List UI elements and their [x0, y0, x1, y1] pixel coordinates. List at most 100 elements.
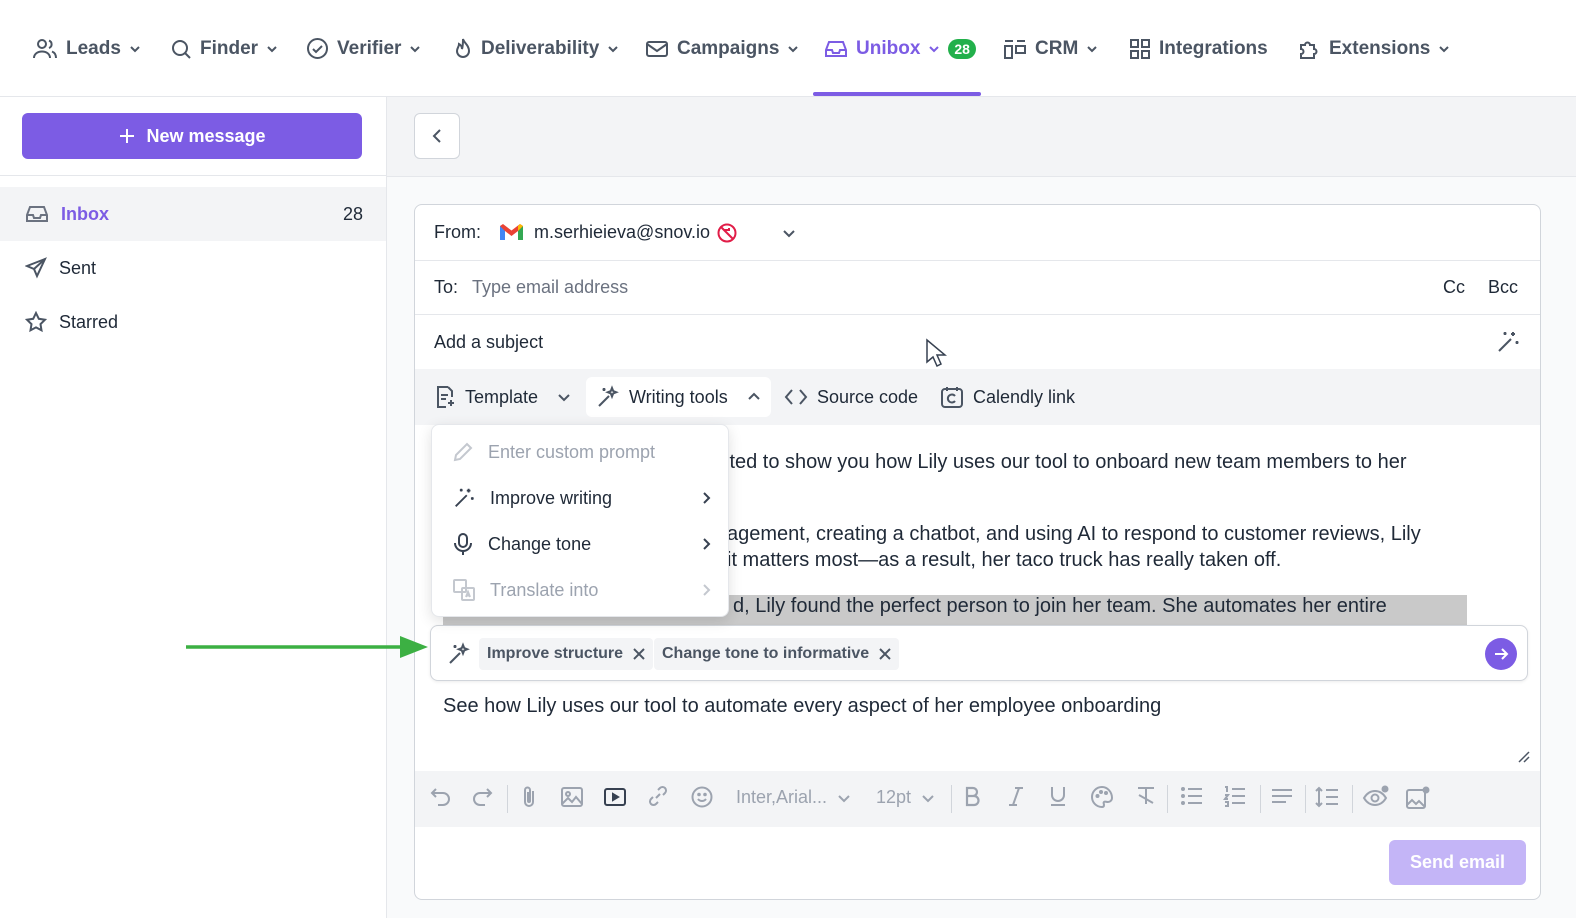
sidebar-item-inbox[interactable]: Inbox 28	[0, 187, 386, 241]
check-circle-icon	[307, 38, 328, 59]
flame-icon	[455, 38, 471, 58]
numbered-list-icon[interactable]	[1223, 785, 1247, 807]
link-icon[interactable]	[647, 785, 669, 807]
nav-extensions[interactable]: Extensions	[1297, 0, 1450, 97]
to-input[interactable]: Type email address	[472, 277, 628, 298]
menu-item-label: Enter custom prompt	[488, 441, 656, 462]
toolbar-divider	[1352, 785, 1353, 813]
from-dropdown-chevron-icon[interactable]	[782, 226, 796, 240]
chevron-right-icon	[703, 492, 711, 504]
active-tab-indicator	[813, 92, 981, 96]
font-family-select[interactable]: Inter,Arial...	[736, 787, 851, 808]
chevron-right-icon	[703, 538, 711, 550]
ai-chip: Improve structure	[479, 638, 654, 670]
image-icon[interactable]	[560, 785, 584, 809]
close-icon[interactable]	[633, 648, 645, 660]
from-row: From: m.serhieieva@snov.io	[415, 205, 1540, 261]
ai-chip-label: Improve structure	[487, 645, 624, 662]
sidebar-item-label: Inbox	[61, 203, 109, 224]
bcc-button[interactable]: Bcc	[1488, 277, 1518, 298]
body-line: it matters most—as a result, her taco tr…	[727, 549, 1282, 571]
send-email-button[interactable]: Send email	[1389, 840, 1526, 885]
underline-icon[interactable]	[1049, 785, 1067, 807]
menu-item-improve-writing[interactable]: Improve writing	[432, 475, 728, 521]
ai-submit-button[interactable]	[1485, 638, 1517, 670]
nav-campaigns-label: Campaigns	[677, 37, 780, 59]
nav-integrations[interactable]: Integrations	[1129, 0, 1268, 97]
redo-icon[interactable]	[471, 785, 493, 807]
chevron-up-icon	[747, 392, 760, 400]
align-icon[interactable]	[1270, 785, 1294, 807]
preview-eye-icon[interactable]	[1362, 785, 1390, 809]
menu-item-change-tone[interactable]: Change tone	[432, 521, 728, 567]
new-message-button[interactable]: New message	[22, 113, 362, 159]
compose-toolbar: Template Writing tools Source code Calen…	[415, 369, 1540, 425]
nav-crm[interactable]: CRM	[1003, 0, 1098, 97]
clear-format-icon[interactable]	[1135, 785, 1157, 807]
italic-icon[interactable]	[1007, 785, 1025, 807]
chevron-down-icon	[929, 45, 940, 52]
bullet-list-icon[interactable]	[1180, 785, 1204, 807]
menu-item-custom-prompt[interactable]: Enter custom prompt	[432, 429, 728, 475]
font-family-value: Inter,Arial...	[736, 787, 828, 807]
calendly-icon	[941, 387, 963, 408]
puzzle-icon	[1300, 41, 1318, 59]
magic-wand-icon[interactable]	[1495, 329, 1521, 355]
image-placeholder-icon[interactable]	[1405, 785, 1431, 811]
line-height-icon[interactable]	[1314, 785, 1340, 809]
color-palette-icon[interactable]	[1090, 785, 1114, 809]
menu-item-label: Change tone	[488, 533, 592, 554]
nav-unibox[interactable]: Unibox 28	[824, 0, 976, 97]
body-line: xcited to show you how Lily uses our too…	[705, 451, 1407, 473]
mouse-cursor-icon	[926, 338, 947, 368]
crm-icon	[1004, 39, 1026, 59]
attachment-icon[interactable]	[518, 785, 540, 809]
writing-tools-button[interactable]: Writing tools	[586, 377, 771, 417]
subject-input[interactable]: Add a subject	[434, 332, 543, 353]
sparkles-icon	[449, 642, 470, 664]
nav-leads[interactable]: Leads	[32, 0, 141, 97]
send-icon	[25, 257, 47, 279]
unibox-count-badge: 28	[948, 38, 976, 59]
arrow-right-icon	[1495, 648, 1509, 660]
annotation-arrow-icon	[186, 636, 428, 658]
undo-icon[interactable]	[430, 785, 452, 807]
new-message-label: New message	[146, 125, 266, 146]
emoji-icon[interactable]	[690, 785, 714, 809]
mail-icon	[646, 40, 668, 57]
nav-campaigns[interactable]: Campaigns	[645, 0, 799, 97]
nav-verifier[interactable]: Verifier	[306, 0, 421, 97]
chevron-down-icon	[558, 394, 570, 402]
template-button[interactable]: Template	[424, 377, 581, 417]
cc-button[interactable]: Cc	[1443, 277, 1465, 298]
resize-handle-icon[interactable]	[1516, 749, 1530, 763]
close-icon[interactable]	[879, 648, 891, 660]
main-header	[387, 97, 1576, 177]
translate-icon	[453, 579, 475, 601]
sidebar-item-sent[interactable]: Sent	[0, 241, 386, 295]
nav-deliverability-label: Deliverability	[481, 37, 600, 59]
bold-icon[interactable]	[963, 785, 981, 807]
source-code-button[interactable]: Source code	[774, 377, 928, 417]
ai-prompt-bar[interactable]: Improve structure Change tone to informa…	[430, 625, 1528, 681]
nav-unibox-label: Unibox	[856, 37, 921, 59]
calendly-link-label: Calendly link	[973, 386, 1076, 407]
nav-finder[interactable]: Finder	[170, 0, 278, 97]
sidebar-item-starred[interactable]: Starred	[0, 295, 386, 349]
nav-deliverability[interactable]: Deliverability	[453, 0, 619, 97]
font-size-select[interactable]: 12pt	[876, 787, 935, 808]
nav-integrations-label: Integrations	[1159, 37, 1268, 59]
chevron-down-icon	[267, 45, 277, 52]
nav-verifier-label: Verifier	[337, 37, 402, 59]
nav-crm-label: CRM	[1035, 37, 1079, 59]
menu-item-translate-into[interactable]: Translate into	[432, 567, 728, 613]
video-icon[interactable]	[603, 785, 627, 809]
calendly-link-button[interactable]: Calendly link	[930, 377, 1085, 417]
subject-row: Add a subject	[415, 315, 1540, 369]
warning-sync-icon	[716, 222, 738, 244]
chevron-down-icon	[410, 45, 421, 52]
back-button[interactable]	[414, 113, 460, 159]
nav-leads-label: Leads	[66, 37, 121, 59]
inbox-icon	[26, 206, 48, 222]
template-icon	[437, 386, 454, 408]
